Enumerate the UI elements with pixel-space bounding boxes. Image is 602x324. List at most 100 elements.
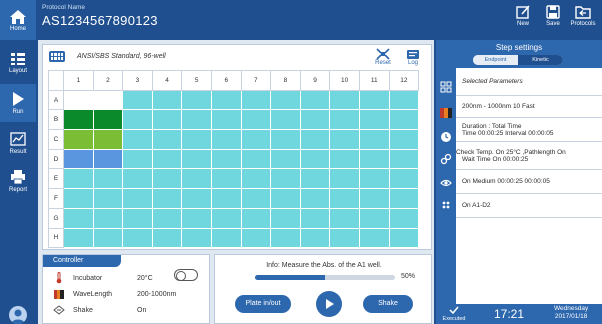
- well[interactable]: [63, 207, 94, 229]
- row-header[interactable]: F: [48, 188, 64, 209]
- well[interactable]: [358, 188, 390, 209]
- well[interactable]: [240, 148, 272, 170]
- link-icon[interactable]: [439, 152, 453, 166]
- well[interactable]: [210, 129, 242, 150]
- well[interactable]: [210, 109, 242, 131]
- well[interactable]: [358, 129, 390, 150]
- column-header[interactable]: 5: [181, 70, 212, 91]
- tab-endpoint[interactable]: Endpoint: [473, 55, 518, 65]
- well[interactable]: [240, 89, 272, 111]
- well[interactable]: [240, 188, 272, 209]
- well[interactable]: [240, 227, 272, 249]
- well[interactable]: [92, 109, 124, 131]
- well[interactable]: [240, 129, 272, 150]
- well[interactable]: [329, 109, 360, 131]
- well[interactable]: [122, 129, 153, 150]
- well[interactable]: [358, 109, 390, 131]
- well[interactable]: [358, 227, 390, 249]
- column-header[interactable]: 8: [270, 70, 301, 91]
- well[interactable]: [122, 207, 153, 229]
- protocols-button[interactable]: Protocols: [568, 4, 598, 38]
- well[interactable]: [270, 148, 301, 170]
- row-header[interactable]: D: [48, 148, 64, 170]
- well[interactable]: [92, 207, 124, 229]
- well[interactable]: [299, 148, 331, 170]
- tab-kinetic[interactable]: Kinetic: [518, 55, 563, 65]
- well[interactable]: [210, 168, 242, 190]
- home-button[interactable]: Home: [0, 0, 36, 40]
- sidebar-item-run[interactable]: Run: [0, 84, 36, 122]
- duration-parameter[interactable]: Duration : Total Time Time 00:00:25 Inte…: [456, 118, 602, 142]
- well[interactable]: [151, 89, 183, 111]
- well[interactable]: [122, 227, 153, 249]
- well[interactable]: [122, 89, 153, 111]
- column-header[interactable]: 12: [388, 70, 420, 91]
- incubator-toggle[interactable]: [174, 269, 198, 281]
- well[interactable]: [181, 207, 212, 229]
- well[interactable]: [122, 109, 153, 131]
- new-button[interactable]: New: [508, 4, 538, 38]
- well[interactable]: [63, 89, 94, 111]
- well[interactable]: [63, 168, 94, 190]
- column-header[interactable]: 10: [329, 70, 360, 91]
- well[interactable]: [181, 227, 212, 249]
- well[interactable]: [92, 188, 124, 209]
- executed-indicator[interactable]: Executed: [442, 306, 466, 322]
- well[interactable]: [210, 89, 242, 111]
- column-header[interactable]: 6: [210, 70, 242, 91]
- column-header[interactable]: 4: [151, 70, 183, 91]
- well[interactable]: [122, 188, 153, 209]
- well[interactable]: [388, 148, 420, 170]
- plate-settings-icon[interactable]: [439, 80, 453, 94]
- well[interactable]: [270, 227, 301, 249]
- avatar[interactable]: [9, 306, 27, 324]
- column-header[interactable]: 7: [240, 70, 272, 91]
- wells-parameter[interactable]: On A1-D2: [456, 194, 602, 218]
- well[interactable]: [92, 89, 124, 111]
- well[interactable]: [63, 227, 94, 249]
- well[interactable]: [299, 227, 331, 249]
- well[interactable]: [181, 109, 212, 131]
- well[interactable]: [270, 129, 301, 150]
- well[interactable]: [388, 109, 420, 131]
- well[interactable]: [240, 109, 272, 131]
- column-header[interactable]: 11: [358, 70, 390, 91]
- well[interactable]: [299, 188, 331, 209]
- well[interactable]: [329, 89, 360, 111]
- well[interactable]: [181, 89, 212, 111]
- well[interactable]: [329, 227, 360, 249]
- well[interactable]: [270, 89, 301, 111]
- shake-parameter[interactable]: On Medium 00:00:25 00:00:05: [456, 170, 602, 194]
- wells-icon[interactable]: [439, 198, 453, 212]
- row-header[interactable]: C: [48, 129, 64, 150]
- well[interactable]: [92, 148, 124, 170]
- well[interactable]: [270, 109, 301, 131]
- shake-button[interactable]: Shake: [363, 295, 413, 313]
- spectrum-icon[interactable]: [439, 106, 453, 120]
- column-header[interactable]: 1: [63, 70, 94, 91]
- row-header[interactable]: E: [48, 168, 64, 190]
- wavelength-parameter[interactable]: 200nm - 1000nm 10 Fast: [456, 96, 602, 118]
- well[interactable]: [63, 148, 94, 170]
- well[interactable]: [388, 207, 420, 229]
- log-button[interactable]: Log: [401, 48, 425, 66]
- well[interactable]: [151, 148, 183, 170]
- well[interactable]: [329, 148, 360, 170]
- well[interactable]: [270, 188, 301, 209]
- well[interactable]: [63, 129, 94, 150]
- well[interactable]: [299, 168, 331, 190]
- well[interactable]: [63, 109, 94, 131]
- well[interactable]: [329, 188, 360, 209]
- well[interactable]: [358, 207, 390, 229]
- eye-icon[interactable]: [439, 176, 453, 190]
- well[interactable]: [181, 188, 212, 209]
- well[interactable]: [151, 129, 183, 150]
- well[interactable]: [151, 227, 183, 249]
- well[interactable]: [122, 168, 153, 190]
- well[interactable]: [151, 207, 183, 229]
- reset-button[interactable]: Reset: [371, 48, 395, 66]
- check-parameter[interactable]: Check Temp. On 25°C ,Pathlength On Wait …: [456, 142, 602, 170]
- plate-in-out-button[interactable]: Plate in/out: [235, 295, 291, 313]
- well[interactable]: [63, 188, 94, 209]
- row-header[interactable]: G: [48, 207, 64, 229]
